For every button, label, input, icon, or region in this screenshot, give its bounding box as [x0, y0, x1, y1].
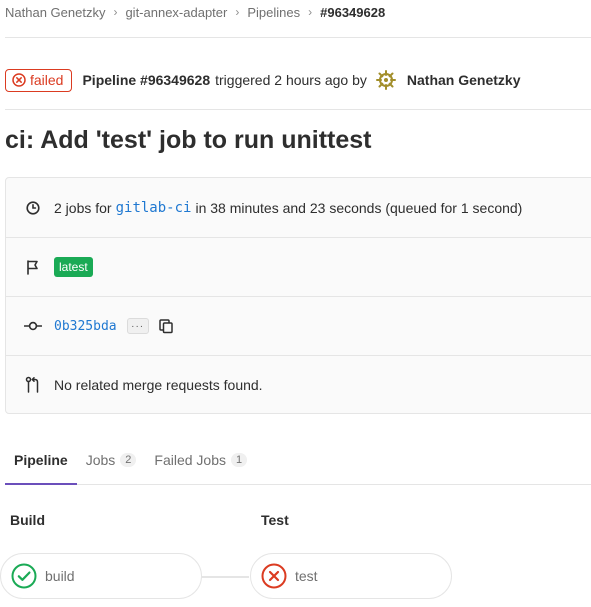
pipeline-id: Pipeline #96349628: [82, 72, 211, 88]
breadcrumb-pipelines[interactable]: Pipelines: [247, 5, 300, 20]
commit-icon: [24, 317, 42, 335]
chevron-right-icon: ›: [308, 5, 313, 19]
job-name: build: [45, 568, 75, 584]
user-avatar-icon[interactable]: [374, 69, 397, 91]
info-row-commit: 0b325bda ···: [6, 296, 591, 355]
breadcrumb-user[interactable]: Nathan Genetzky: [5, 5, 105, 20]
tab-jobs[interactable]: Jobs 2: [77, 436, 146, 485]
stage-connector: [201, 576, 249, 578]
tab-label: Failed Jobs: [154, 451, 226, 468]
info-row-tags: latest: [6, 237, 591, 296]
breadcrumb: Nathan Genetzky › git-annex-adapter › Pi…: [5, 0, 591, 24]
status-badge-label: failed: [30, 72, 64, 88]
flag-icon: [24, 258, 42, 276]
tab-failed-jobs[interactable]: Failed Jobs 1: [145, 436, 256, 485]
jobs-count-text: 2 jobs for: [54, 199, 112, 216]
stage-title-test: Test: [261, 512, 289, 528]
status-badge[interactable]: failed: [5, 68, 73, 92]
clock-icon: [24, 199, 42, 217]
author-link[interactable]: Nathan Genetzky: [407, 72, 521, 88]
chevron-right-icon: ›: [113, 5, 118, 19]
circle-x-icon: [12, 73, 26, 87]
count-badge: 2: [120, 452, 137, 467]
job-build[interactable]: build: [0, 553, 202, 599]
info-row-merge-requests: No related merge requests found.: [6, 355, 591, 414]
expand-commit-message-button[interactable]: ···: [126, 318, 149, 334]
job-name: test: [295, 568, 318, 584]
breadcrumb-project[interactable]: git-annex-adapter: [125, 5, 227, 20]
job-test[interactable]: test: [250, 553, 452, 599]
divider: [5, 37, 591, 38]
pipeline-info-box: 2 jobs for gitlab-ci in 38 minutes and 2…: [5, 177, 591, 414]
latest-tag-badge: latest: [54, 257, 93, 277]
runner-link[interactable]: gitlab-ci: [116, 200, 192, 216]
pipeline-tabs: Pipeline Jobs 2 Failed Jobs 1: [5, 436, 591, 485]
duration-text: in 38 minutes and 23 seconds (queued for…: [195, 199, 523, 216]
breadcrumb-current[interactable]: #96349628: [320, 5, 385, 20]
merge-requests-text: No related merge requests found.: [54, 377, 263, 393]
x-circle-icon: [261, 563, 287, 589]
clipboard-icon[interactable]: [157, 317, 175, 335]
triggered-text: triggered 2 hours ago by: [215, 72, 367, 88]
divider: [5, 109, 591, 110]
count-badge: 1: [230, 452, 248, 467]
check-circle-icon: [11, 563, 37, 589]
tab-pipeline[interactable]: Pipeline: [5, 436, 77, 485]
info-row-jobs: 2 jobs for gitlab-ci in 38 minutes and 2…: [6, 178, 591, 237]
tab-label: Jobs: [85, 451, 116, 468]
stage-title-build: Build: [10, 512, 45, 528]
commit-sha-link[interactable]: 0b325bda: [54, 319, 117, 334]
tab-label: Pipeline: [14, 451, 68, 468]
pipeline-header: failed Pipeline #96349628 triggered 2 ho…: [5, 66, 591, 94]
page-title: ci: Add 'test' job to run unittest: [5, 126, 372, 154]
chevron-right-icon: ›: [235, 5, 240, 19]
merge-request-icon: [24, 376, 42, 394]
